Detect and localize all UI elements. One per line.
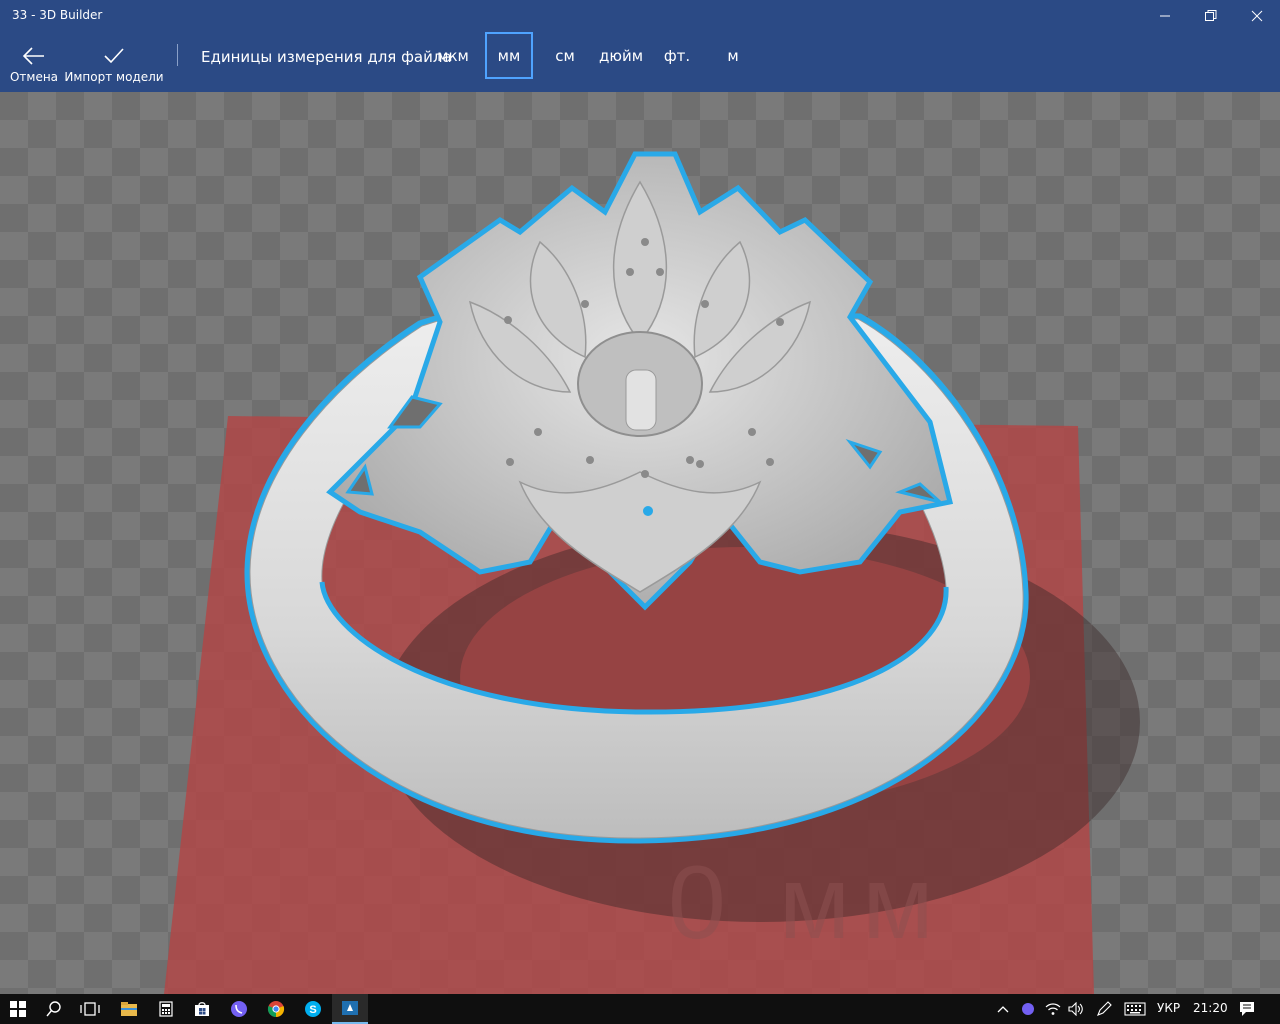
unit-cm[interactable]: см bbox=[545, 32, 585, 79]
tray-volume[interactable] bbox=[1064, 994, 1088, 1024]
close-button[interactable] bbox=[1234, 0, 1280, 32]
cancel-label: Отмена bbox=[9, 70, 59, 84]
restore-button[interactable] bbox=[1188, 0, 1234, 32]
taskbar-3d-builder[interactable] bbox=[332, 994, 368, 1024]
back-arrow-icon bbox=[22, 47, 44, 65]
viber-icon bbox=[231, 1001, 247, 1017]
skype-icon: S bbox=[305, 1001, 321, 1017]
tray-pen[interactable] bbox=[1092, 994, 1116, 1024]
keyboard-icon bbox=[1124, 1002, 1146, 1016]
taskbar-skype[interactable]: S bbox=[295, 994, 331, 1024]
3d-builder-icon bbox=[342, 1001, 358, 1015]
taskbar: S УКР 21:20 bbox=[0, 994, 1280, 1024]
windows-logo-icon bbox=[10, 1001, 26, 1017]
unit-m[interactable]: м bbox=[715, 32, 751, 79]
close-icon bbox=[1251, 10, 1263, 22]
svg-text:S: S bbox=[309, 1004, 316, 1016]
task-view-icon bbox=[80, 1002, 100, 1016]
store-icon bbox=[195, 1002, 209, 1016]
window-title: 33 - 3D Builder bbox=[12, 8, 103, 22]
checkmark-icon bbox=[104, 48, 124, 64]
center-prong bbox=[625, 369, 657, 431]
scale-label: 0 мм bbox=[668, 845, 946, 961]
viber-tray-icon bbox=[1022, 1003, 1034, 1015]
taskbar-chrome[interactable] bbox=[258, 994, 294, 1024]
minimize-icon bbox=[1160, 15, 1170, 17]
clock[interactable]: 21:20 bbox=[1193, 1001, 1228, 1015]
volume-icon bbox=[1068, 1002, 1083, 1016]
search-icon bbox=[46, 1001, 61, 1017]
search-button[interactable] bbox=[36, 994, 72, 1024]
tray-viber[interactable] bbox=[1016, 994, 1040, 1024]
taskbar-calculator[interactable] bbox=[148, 994, 184, 1024]
chrome-icon bbox=[267, 1001, 285, 1018]
start-button[interactable] bbox=[0, 994, 36, 1024]
task-view-button[interactable] bbox=[72, 994, 108, 1024]
taskbar-viber[interactable] bbox=[221, 994, 257, 1024]
selected-marker bbox=[643, 506, 653, 516]
cancel-button[interactable]: Отмена bbox=[8, 32, 60, 92]
taskbar-file-explorer[interactable] bbox=[111, 994, 147, 1024]
import-model-label: Импорт модели bbox=[64, 70, 164, 84]
file-explorer-icon bbox=[121, 1002, 137, 1016]
title-bar: 33 - 3D Builder bbox=[0, 0, 1280, 32]
taskbar-store[interactable] bbox=[184, 994, 220, 1024]
notifications-icon bbox=[1240, 1002, 1254, 1016]
tray-show-hidden[interactable] bbox=[990, 994, 1016, 1024]
wifi-icon bbox=[1045, 1003, 1061, 1015]
restore-icon bbox=[1205, 10, 1217, 21]
unit-inch[interactable]: дюйм bbox=[595, 32, 647, 79]
command-bar: Отмена Импорт модели Единицы измерения д… bbox=[0, 32, 1280, 92]
minimize-button[interactable] bbox=[1142, 0, 1188, 32]
units-label: Единицы измерения для файла bbox=[201, 48, 452, 66]
input-language[interactable]: УКР bbox=[1157, 1001, 1180, 1015]
3d-viewport[interactable]: 0 мм bbox=[0, 92, 1280, 994]
tray-network[interactable] bbox=[1040, 994, 1066, 1024]
unit-mm[interactable]: мм bbox=[485, 32, 533, 79]
tray-keyboard[interactable] bbox=[1120, 994, 1150, 1024]
unit-ft[interactable]: фт. bbox=[657, 32, 697, 79]
pen-workspace-icon bbox=[1097, 1001, 1112, 1016]
scene bbox=[164, 151, 1140, 994]
chevron-up-icon bbox=[997, 1006, 1009, 1013]
calculator-icon bbox=[159, 1001, 173, 1017]
import-model-button[interactable]: Импорт модели bbox=[64, 32, 164, 92]
command-divider bbox=[177, 44, 178, 66]
action-center-button[interactable] bbox=[1232, 994, 1262, 1024]
unit-um[interactable]: мкм bbox=[430, 32, 476, 79]
